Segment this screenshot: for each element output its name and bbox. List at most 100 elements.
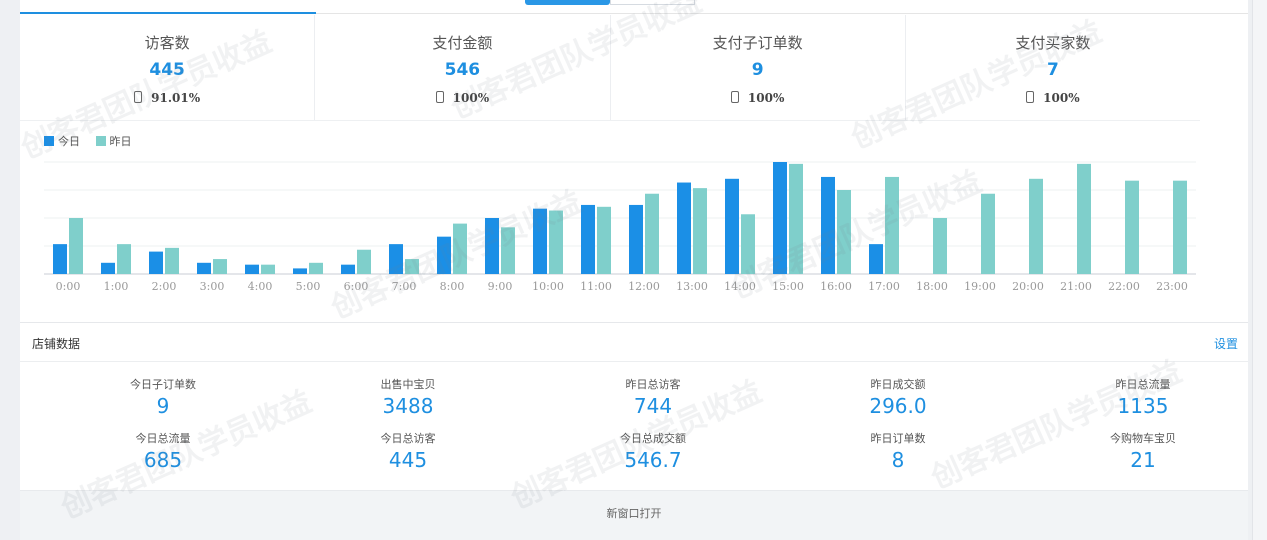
bar-yesterday[interactable]	[885, 176, 899, 274]
phone-icon	[1026, 91, 1035, 103]
store-stat: 今日子订单数 9	[63, 376, 263, 418]
bar-today[interactable]	[437, 236, 451, 274]
x-tick-label: 7:00	[392, 280, 417, 293]
bar-today[interactable]	[581, 204, 595, 274]
store-stat-value: 1135	[1117, 394, 1169, 418]
legend-item-yesterday[interactable]: 昨日	[95, 133, 132, 149]
bar-today[interactable]	[821, 176, 835, 274]
store-stat-label: 今购物车宝贝	[1110, 432, 1176, 445]
x-tick-label: 17:00	[868, 280, 900, 293]
kpi-mobile-percent: 100%	[747, 91, 785, 105]
legend-item-today[interactable]: 今日	[44, 133, 80, 149]
bar-yesterday[interactable]	[933, 218, 947, 274]
bar-today[interactable]	[197, 262, 211, 274]
bar-yesterday[interactable]	[501, 227, 515, 274]
bar-today[interactable]	[629, 204, 643, 274]
bar-yesterday[interactable]	[357, 249, 371, 274]
store-stat-value: 8	[891, 448, 905, 472]
bar-today[interactable]	[245, 264, 259, 274]
bar-yesterday[interactable]	[405, 259, 419, 274]
bar-today[interactable]	[869, 244, 883, 274]
kpi-label: 支付金额	[432, 34, 493, 52]
x-tick-label: 18:00	[916, 280, 948, 293]
bar-yesterday[interactable]	[309, 262, 323, 274]
legend-label-yesterday: 昨日	[109, 135, 132, 148]
side-scroll-strip[interactable]	[1252, 0, 1267, 540]
bar-yesterday[interactable]	[1125, 180, 1139, 274]
active-tab-indicator	[20, 12, 316, 14]
kpi-paid-suborders[interactable]: 支付子订单数 9 100%	[611, 15, 906, 120]
store-stat-label: 昨日订单数	[870, 432, 926, 445]
open-new-window-link[interactable]: 新窗口打开	[20, 505, 1248, 521]
bar-yesterday[interactable]	[645, 193, 659, 274]
store-stat-label: 昨日成交额	[870, 378, 926, 391]
bar-yesterday[interactable]	[549, 210, 563, 274]
view-toggle-active[interactable]	[525, 0, 610, 5]
x-tick-label: 4:00	[248, 280, 273, 293]
bar-yesterday[interactable]	[117, 244, 131, 274]
bar-yesterday[interactable]	[1173, 180, 1187, 274]
bar-yesterday[interactable]	[693, 188, 707, 274]
kpi-label: 访客数	[144, 34, 190, 52]
kpi-row: 访客数 445 91.01% 支付金额 546 100% 支付子订单数 9 10…	[20, 15, 1200, 121]
x-tick-label: 23:00	[1156, 280, 1188, 293]
legend-swatch-yesterday	[95, 136, 106, 146]
bar-today[interactable]	[149, 251, 163, 274]
kpi-value: 445	[149, 60, 185, 80]
bar-today[interactable]	[485, 218, 499, 274]
phone-icon	[730, 91, 739, 103]
bar-yesterday[interactable]	[1029, 178, 1043, 274]
kpi-paying-buyers[interactable]: 支付买家数 7 100%	[906, 15, 1200, 120]
bar-yesterday[interactable]	[597, 206, 611, 274]
bar-yesterday[interactable]	[453, 223, 467, 274]
x-tick-label: 0:00	[56, 280, 81, 293]
bar-yesterday[interactable]	[213, 259, 227, 274]
kpi-visitors[interactable]: 访客数 445 91.01%	[20, 15, 316, 120]
store-stat-label: 出售中宝贝	[380, 378, 436, 391]
hourly-bar-chart: 0:00 1:00 2:00 3:00 4:00 5:00 6:00 7:00 8:00 9:00…	[44, 161, 1196, 293]
bar-yesterday[interactable]	[69, 218, 83, 274]
bar-today[interactable]	[773, 162, 787, 274]
x-tick-label: 15:00	[772, 280, 804, 293]
kpi-mobile-share: 100%	[611, 91, 905, 105]
store-stat-label: 今日总成交额	[620, 432, 686, 445]
bar-yesterday[interactable]	[789, 163, 803, 274]
bar-yesterday[interactable]	[837, 190, 851, 274]
bar-yesterday[interactable]	[1077, 163, 1091, 274]
bar-today[interactable]	[341, 264, 355, 274]
bar-today[interactable]	[389, 244, 403, 274]
view-toggle-inactive[interactable]	[610, 0, 695, 5]
store-stat-label: 昨日总访客	[625, 378, 681, 391]
x-tick-label: 3:00	[200, 280, 225, 293]
kpi-mobile-percent: 100%	[452, 91, 490, 105]
kpi-payment-amount[interactable]: 支付金额 546 100%	[315, 15, 611, 120]
bar-today[interactable]	[53, 244, 67, 274]
store-stat-label: 今日总流量	[135, 432, 191, 445]
bar-today[interactable]	[293, 268, 307, 274]
bar-yesterday[interactable]	[981, 193, 995, 274]
bar-today[interactable]	[725, 178, 739, 274]
bar-today[interactable]	[533, 208, 547, 274]
store-stat: 今日总流量 685	[63, 430, 263, 472]
x-tick-label: 6:00	[344, 280, 369, 293]
kpi-mobile-share: 91.01%	[20, 91, 314, 105]
x-tick-label: 21:00	[1060, 280, 1092, 293]
bar-yesterday[interactable]	[261, 264, 275, 274]
bar-today[interactable]	[677, 182, 691, 274]
kpi-mobile-percent: 91.01%	[151, 91, 201, 105]
bar-yesterday[interactable]	[165, 247, 179, 274]
store-stat: 昨日总访客 744	[553, 376, 753, 418]
store-stat-value: 296.0	[869, 394, 927, 418]
kpi-value: 9	[751, 60, 764, 80]
kpi-value: 7	[1046, 60, 1059, 80]
bar-today[interactable]	[101, 262, 115, 274]
legend-label-today: 今日	[58, 135, 80, 148]
store-stat-value: 21	[1130, 448, 1156, 472]
top-tab-bar	[20, 0, 1248, 14]
bar-yesterday[interactable]	[741, 214, 755, 274]
x-tick-label: 16:00	[820, 280, 852, 293]
legend-swatch-today	[44, 136, 54, 146]
store-stat-value: 3488	[382, 394, 434, 418]
settings-link[interactable]: 设置	[1214, 335, 1238, 352]
x-tick-label: 2:00	[152, 280, 177, 293]
